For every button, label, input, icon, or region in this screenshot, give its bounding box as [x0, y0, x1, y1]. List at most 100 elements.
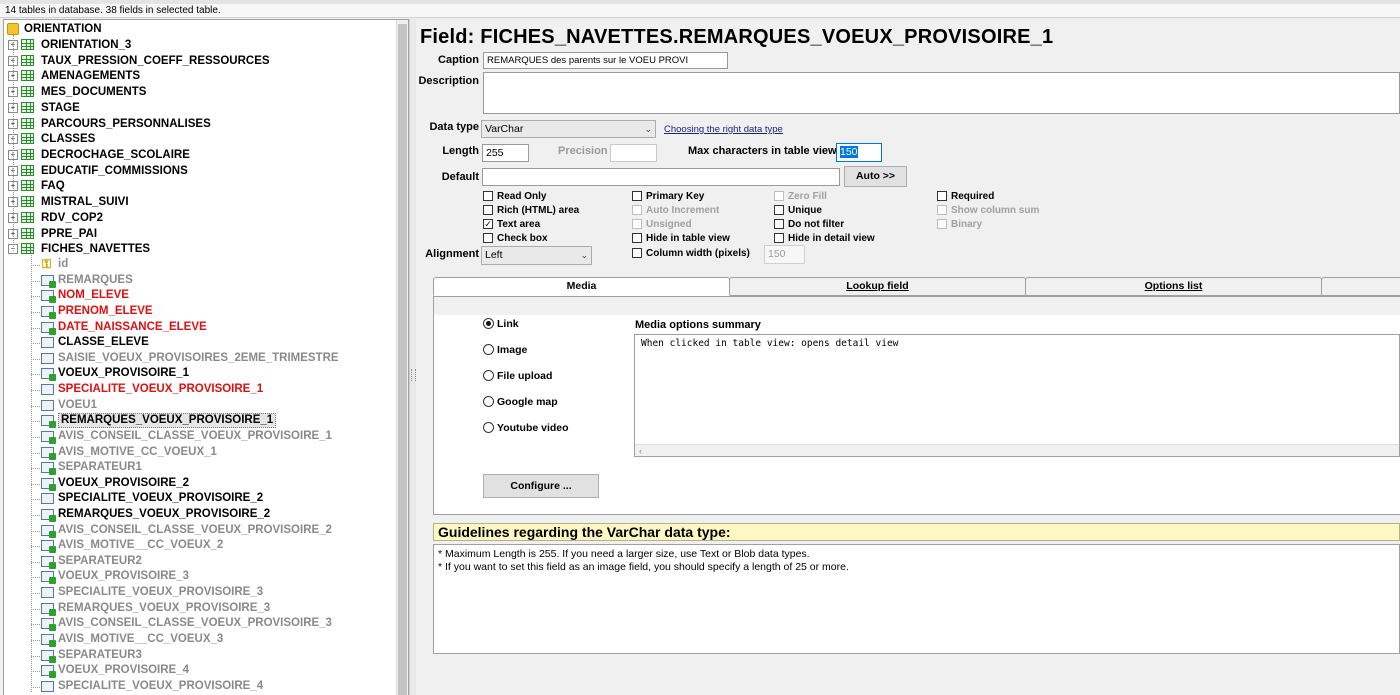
radio-icon[interactable]: [483, 370, 494, 381]
datatype-select[interactable]: VarChar ⌄: [481, 120, 656, 138]
tree-field-item[interactable]: REMARQUES_VOEUX_PROVISOIRE_2: [4, 507, 392, 523]
tree-table-item[interactable]: + RDV_COP2: [4, 210, 394, 226]
tree-table-item[interactable]: + MISTRAL_SUIVI: [4, 194, 394, 210]
tree-field-item[interactable]: PRENOM_ELEVE: [4, 304, 392, 320]
tree-field-item[interactable]: VOEUX_PROVISOIRE_4: [4, 663, 392, 679]
tree-field-label: CLASSE_ELEVE: [58, 336, 149, 349]
checkbox-icon[interactable]: [774, 233, 784, 243]
checkbox-icon[interactable]: [937, 205, 947, 215]
tree-connector: [31, 311, 40, 313]
tree-table-item[interactable]: + PPRE_PAI: [4, 226, 394, 242]
checkbox-icon[interactable]: [483, 191, 493, 201]
field-icon: [41, 633, 56, 647]
tree-field-item[interactable]: SEPARATEUR3: [4, 648, 392, 664]
tree-field-item[interactable]: VOEUX_PROVISOIRE_3: [4, 569, 392, 585]
tree-field-item[interactable]: VOEU1: [4, 398, 392, 414]
tree-field-item[interactable]: VOEUX_PROVISOIRE_1: [4, 366, 392, 382]
checkbox-icon[interactable]: [483, 205, 493, 215]
caption-input[interactable]: REMARQUES des parents sur le VOEU PROVI: [483, 52, 728, 69]
tree-table-item[interactable]: + CLASSES: [4, 131, 394, 147]
tree-root[interactable]: ORIENTATION: [4, 21, 394, 37]
table-icon: [21, 164, 34, 176]
tree-field-item[interactable]: SAISIE_VOEUX_PROVISOIRES_2EME_TRIMESTRE: [4, 351, 392, 367]
tree-field-item[interactable]: SPECIALITE_VOEUX_PROVISOIRE_1: [4, 382, 392, 398]
max-chars-input[interactable]: 150: [836, 143, 882, 162]
checkbox-icon[interactable]: [632, 219, 642, 229]
checked-box-icon[interactable]: ✓: [483, 219, 493, 229]
tree-field-item[interactable]: SEPARATEUR2: [4, 554, 392, 570]
tree-table-label: PARCOURS_PERSONNALISES: [41, 117, 211, 130]
tree-field-item[interactable]: NOM_ELEVE: [4, 288, 392, 304]
tree-field-item[interactable]: SPECIALITE_VOEUX_PROVISOIRE_4: [4, 679, 392, 695]
tree-field-item[interactable]: SPECIALITE_VOEUX_PROVISOIRE_3: [4, 585, 392, 601]
checkbox-icon[interactable]: [632, 205, 642, 215]
configure-button[interactable]: Configure ...: [483, 474, 599, 498]
tab-options-list[interactable]: Options list: [1025, 277, 1322, 296]
tree-field-item[interactable]: AVIS_CONSEIL_CLASSE_VOEUX_PROVISOIRE_1: [4, 429, 392, 445]
tree-field-item[interactable]: AVIS_MOTIVE__CC_VOEUX_2: [4, 538, 392, 554]
tab-overflow[interactable]: [1321, 277, 1400, 296]
checkbox-icon[interactable]: [937, 219, 947, 229]
tree-field-label: AVIS_MOTIVE__CC_VOEUX_2: [58, 539, 224, 552]
tree-table-label: EDUCATIF_COMMISSIONS: [41, 164, 188, 177]
alignment-select[interactable]: Left ⌄: [481, 246, 592, 265]
tree-connector: [31, 374, 40, 376]
tree-table-item[interactable]: − FICHES_NAVETTES: [4, 241, 394, 257]
tree-table-item[interactable]: + FAQ: [4, 178, 394, 194]
checkbox-icon[interactable]: [774, 205, 784, 215]
datatype-help-link[interactable]: Choosing the right data type: [664, 124, 783, 135]
chevron-down-icon: ⌄: [580, 250, 588, 260]
precision-input[interactable]: [610, 144, 657, 162]
checkbox-icon[interactable]: [632, 248, 642, 258]
tab-media[interactable]: Media: [433, 277, 730, 296]
tree-field-item[interactable]: AVIS_MOTIVE__CC_VOEUX_3: [4, 632, 392, 648]
tree-table-item[interactable]: + MES_DOCUMENTS: [4, 84, 394, 100]
tree-field-item[interactable]: AVIS_CONSEIL_CLASSE_VOEUX_PROVISOIRE_3: [4, 616, 392, 632]
max-chars-label: Max characters in table view: [688, 145, 837, 157]
tree-table-item[interactable]: + TAUX_PRESSION_COEFF_RESSOURCES: [4, 53, 394, 69]
tree-field-item[interactable]: SEPARATEUR1: [4, 460, 392, 476]
tree-table-item[interactable]: + PARCOURS_PERSONNALISES: [4, 116, 394, 132]
tree-table-item[interactable]: + AMENAGEMENTS: [4, 68, 394, 84]
checkbox-icon[interactable]: [632, 191, 642, 201]
tree-field-item[interactable]: ⚿ id: [4, 257, 392, 273]
tree-field-item[interactable]: SPECIALITE_VOEUX_PROVISOIRE_2: [4, 491, 392, 507]
length-input[interactable]: 255: [482, 144, 529, 162]
tree-table-item[interactable]: + DECROCHAGE_SCOLAIRE: [4, 147, 394, 163]
tab-lookup-field[interactable]: Lookup field: [729, 277, 1026, 296]
tree-field-item[interactable]: AVIS_MOTIVE_CC_VOEUX_1: [4, 445, 392, 461]
tree-field-item[interactable]: REMARQUES: [4, 273, 392, 289]
tree-field-item[interactable]: AVIS_CONSEIL_CLASSE_VOEUX_PROVISOIRE_2: [4, 523, 392, 539]
checkbox-icon[interactable]: [937, 191, 947, 201]
panel-splitter[interactable]: [409, 19, 416, 695]
tree-field-item[interactable]: VOEUX_PROVISOIRE_2: [4, 476, 392, 492]
column-width-input[interactable]: 150: [764, 245, 805, 264]
checkbox-icon[interactable]: [774, 219, 784, 229]
radio-icon[interactable]: [483, 396, 494, 407]
table-icon: [21, 54, 34, 66]
summary-horizontal-scrollbar[interactable]: ‹: [635, 444, 1399, 456]
radio-selected-icon[interactable]: [483, 318, 494, 329]
tree-field-item[interactable]: REMARQUES_VOEUX_PROVISOIRE_1: [4, 413, 392, 429]
tree-field-item[interactable]: REMARQUES_VOEUX_PROVISOIRE_3: [4, 601, 392, 617]
radio-icon[interactable]: [483, 422, 494, 433]
tree-scrollbar-thumb[interactable]: [398, 24, 407, 695]
tree-field-item[interactable]: DATE_NAISSANCE_ELEVE: [4, 320, 392, 336]
radio-icon[interactable]: [483, 344, 494, 355]
tree-field-item[interactable]: CLASSE_ELEVE: [4, 335, 392, 351]
tree-scrollbar[interactable]: [396, 20, 408, 695]
auto-button[interactable]: Auto >>: [844, 166, 907, 187]
tree-connector: [31, 343, 40, 345]
tree-table-item[interactable]: + STAGE: [4, 100, 394, 116]
checkbox-icon[interactable]: [483, 233, 493, 243]
field-icon: [41, 399, 54, 411]
checkbox-icon[interactable]: [632, 233, 642, 243]
checkbox-icon[interactable]: [774, 191, 784, 201]
field-icon: [41, 618, 56, 632]
tree-table-item[interactable]: + ORIENTATION_3: [4, 37, 394, 53]
default-input[interactable]: [482, 168, 840, 186]
tree-field-label: REMARQUES: [58, 273, 133, 286]
description-input[interactable]: [483, 72, 1400, 114]
tree-connector: [31, 327, 40, 329]
tree-table-item[interactable]: + EDUCATIF_COMMISSIONS: [4, 163, 394, 179]
